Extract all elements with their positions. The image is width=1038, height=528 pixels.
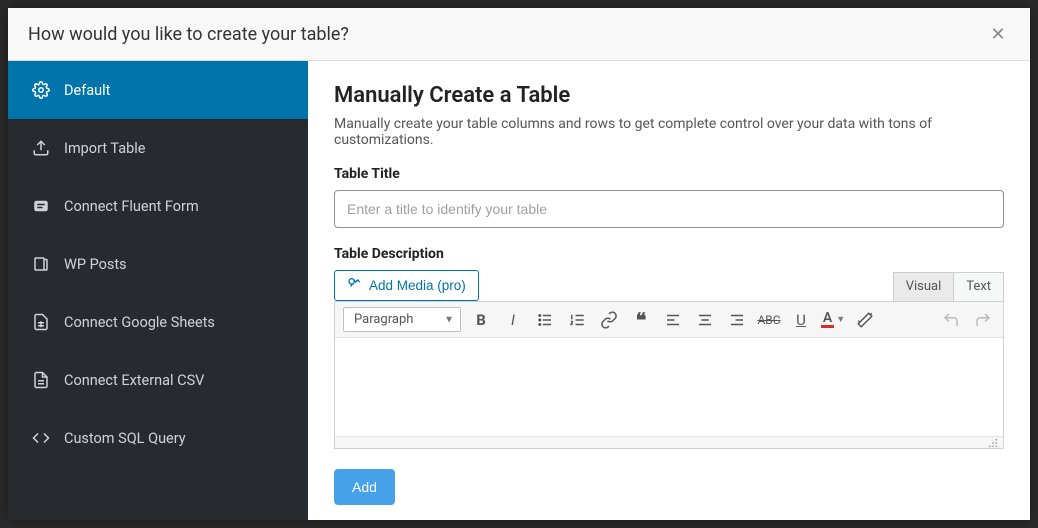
format-select-value: Paragraph — [354, 312, 413, 327]
content-heading: Manually Create a Table — [334, 83, 1004, 108]
format-select[interactable]: Paragraph ▼ — [343, 307, 461, 332]
add-button[interactable]: Add — [334, 469, 395, 505]
editor-tabs: Visual Text — [893, 272, 1004, 301]
file-icon — [32, 371, 50, 389]
close-button[interactable]: ✕ — [986, 22, 1010, 46]
modal-title: How would you like to create your table? — [28, 24, 349, 45]
editor-textarea[interactable] — [335, 338, 1003, 448]
sidebar-item-label: Custom SQL Query — [64, 430, 186, 447]
clear-format-button[interactable] — [853, 308, 877, 332]
bullet-list-button[interactable] — [533, 308, 557, 332]
sidebar: Default Import Table Connect Fluent Form… — [8, 61, 308, 520]
chevron-down-icon: ▼ — [444, 314, 454, 325]
align-right-button[interactable] — [725, 308, 749, 332]
sidebar-item-google-sheets[interactable]: Connect Google Sheets — [8, 293, 308, 351]
upload-icon — [32, 139, 50, 157]
sidebar-item-fluent-form[interactable]: Connect Fluent Form — [8, 177, 308, 235]
undo-button[interactable] — [939, 308, 963, 332]
form-icon — [32, 197, 50, 215]
sidebar-item-label: WP Posts — [64, 256, 127, 273]
sheet-icon — [32, 313, 50, 331]
sidebar-item-import[interactable]: Import Table — [8, 119, 308, 177]
modal-body: Default Import Table Connect Fluent Form… — [8, 61, 1030, 520]
add-media-label: Add Media (pro) — [369, 278, 466, 293]
underline-button[interactable]: U — [789, 308, 813, 332]
sidebar-item-label: Connect Google Sheets — [64, 314, 215, 331]
strikethrough-button[interactable]: ABC — [757, 308, 781, 332]
align-left-button[interactable] — [661, 308, 685, 332]
sidebar-item-sql-query[interactable]: Custom SQL Query — [8, 409, 308, 467]
chevron-down-icon: ▼ — [836, 314, 845, 325]
code-icon — [32, 429, 50, 447]
tab-text[interactable]: Text — [954, 272, 1004, 301]
table-description-label: Table Description — [334, 246, 1004, 262]
media-icon — [347, 277, 363, 294]
tab-visual[interactable]: Visual — [893, 272, 955, 301]
text-color-icon: A — [821, 311, 834, 328]
editor: Paragraph ▼ B I ❝ — [334, 301, 1004, 449]
editor-toolbar: Paragraph ▼ B I ❝ — [335, 302, 1003, 338]
sidebar-item-label: Default — [64, 82, 110, 99]
table-title-label: Table Title — [334, 166, 1004, 182]
sidebar-item-label: Connect Fluent Form — [64, 198, 199, 215]
sidebar-item-default[interactable]: Default — [8, 61, 308, 119]
sidebar-item-wp-posts[interactable]: WP Posts — [8, 235, 308, 293]
content-panel: Manually Create a Table Manually create … — [308, 61, 1030, 520]
posts-icon — [32, 255, 50, 273]
gear-icon — [32, 81, 50, 99]
add-media-button[interactable]: Add Media (pro) — [334, 270, 479, 301]
bold-button[interactable]: B — [469, 308, 493, 332]
content-description: Manually create your table columns and r… — [334, 116, 1004, 148]
align-center-button[interactable] — [693, 308, 717, 332]
quote-button[interactable]: ❝ — [629, 308, 653, 332]
sidebar-item-label: Connect External CSV — [64, 372, 204, 389]
link-button[interactable] — [597, 308, 621, 332]
grip-icon — [987, 438, 999, 448]
sidebar-item-label: Import Table — [64, 140, 146, 157]
italic-button[interactable]: I — [501, 308, 525, 332]
modal-header: How would you like to create your table?… — [8, 8, 1030, 61]
text-color-button[interactable]: A ▼ — [821, 308, 845, 332]
sidebar-item-external-csv[interactable]: Connect External CSV — [8, 351, 308, 409]
table-title-input[interactable] — [334, 190, 1004, 228]
close-icon: ✕ — [990, 24, 1005, 45]
redo-button[interactable] — [971, 308, 995, 332]
create-table-modal: How would you like to create your table?… — [8, 8, 1030, 520]
numbered-list-button[interactable] — [565, 308, 589, 332]
resize-handle[interactable] — [335, 436, 1003, 448]
